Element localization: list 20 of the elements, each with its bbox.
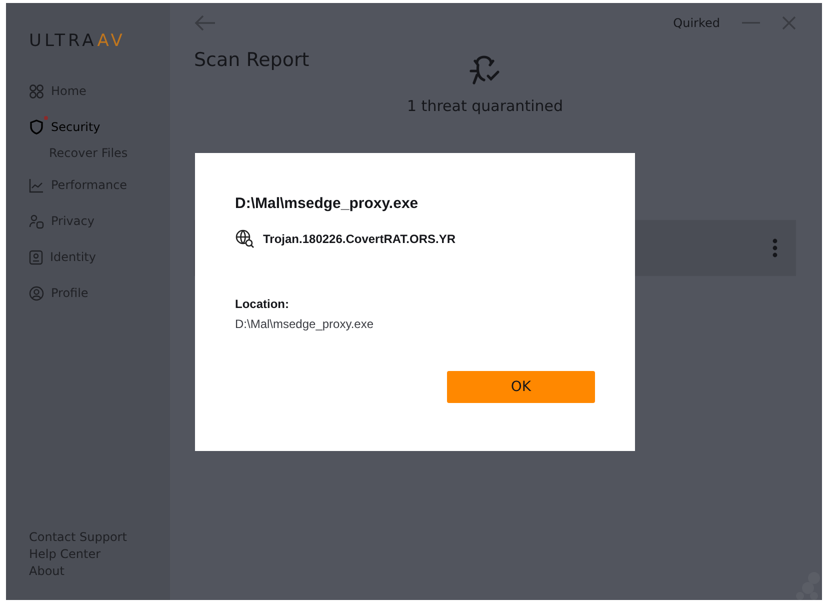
more-options-icon[interactable]: [772, 238, 778, 258]
back-arrow-icon[interactable]: [194, 14, 216, 32]
globe-search-icon: [235, 229, 255, 249]
ok-button[interactable]: OK: [447, 371, 595, 403]
user-name[interactable]: Quirked: [673, 16, 720, 30]
chart-icon: [29, 178, 44, 192]
close-icon[interactable]: [782, 16, 796, 30]
location-label: Location:: [235, 297, 289, 311]
app-logo: ULTRA AV: [29, 31, 126, 51]
grid-icon: [29, 84, 44, 98]
user-circle-icon: [29, 286, 44, 300]
location-path: D:\Mal\msedge_proxy.exe: [235, 317, 374, 331]
file-path-title: D:\Mal\msedge_proxy.exe: [235, 195, 420, 212]
person-lock-icon: [29, 214, 44, 228]
sidebar-item[interactable]: Security: [29, 109, 100, 145]
scan-summary: 1 threat quarantined: [407, 97, 563, 115]
page-title: Scan Report: [194, 49, 310, 71]
shield-icon: [29, 119, 44, 135]
id-card-icon: [29, 250, 43, 264]
threat-name: Trojan.180226.CovertRAT.ORS.YR: [263, 232, 456, 246]
